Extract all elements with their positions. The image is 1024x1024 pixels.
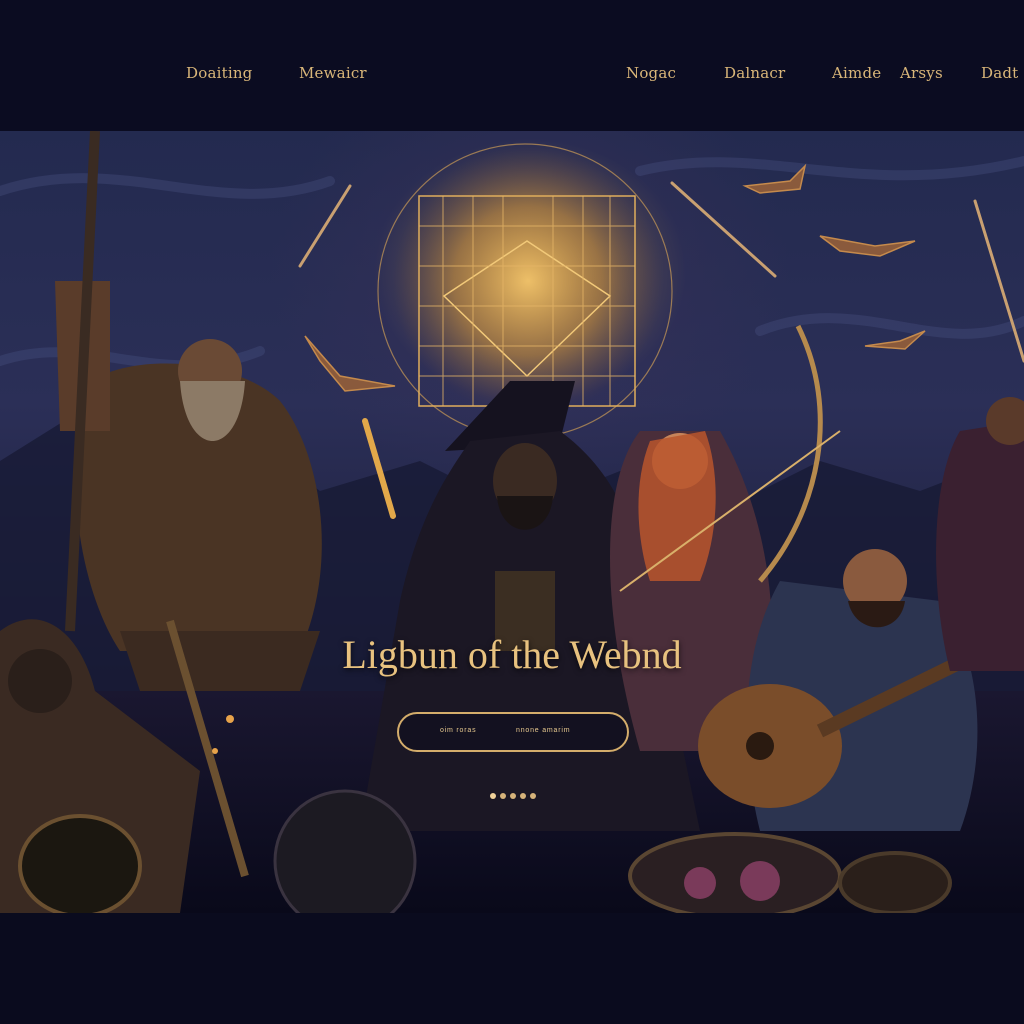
carousel-dot-1[interactable]	[490, 793, 496, 799]
nav-link-nogac[interactable]: Nogac	[626, 64, 676, 82]
carousel-dot-4[interactable]	[520, 793, 526, 799]
nav-link-aimde[interactable]: Aimde	[832, 64, 881, 82]
nav-link-dalnacr[interactable]: Dalnacr	[724, 64, 785, 82]
hero-title: Ligbun of the Webnd	[342, 632, 682, 677]
carousel-dot-2[interactable]	[500, 793, 506, 799]
nav-link-mewaicr[interactable]: Mewaicr	[299, 64, 367, 82]
rogue-figure	[936, 397, 1024, 671]
nav-link-doaiting[interactable]: Doaiting	[186, 64, 253, 82]
nav-link-dadt[interactable]: Dadt	[981, 64, 1018, 82]
hero-banner: Ligbun of the Webnd oim roras nnone amar…	[0, 131, 1024, 913]
cta-label-left: oim roras	[440, 727, 477, 734]
top-navigation-bar: Doaiting Mewaicr Nogac Dalnacr Aimde Ars…	[0, 0, 1024, 131]
footer-area	[0, 913, 1024, 1024]
cta-label-right: nnone amarim	[516, 727, 571, 734]
carousel-dot-3[interactable]	[510, 793, 516, 799]
carousel-indicators	[490, 793, 536, 801]
hero-cta-button[interactable]: oim roras nnone amarim	[397, 712, 629, 752]
nav-link-arsys[interactable]: Arsys	[900, 64, 943, 82]
carousel-dot-5[interactable]	[530, 793, 536, 799]
